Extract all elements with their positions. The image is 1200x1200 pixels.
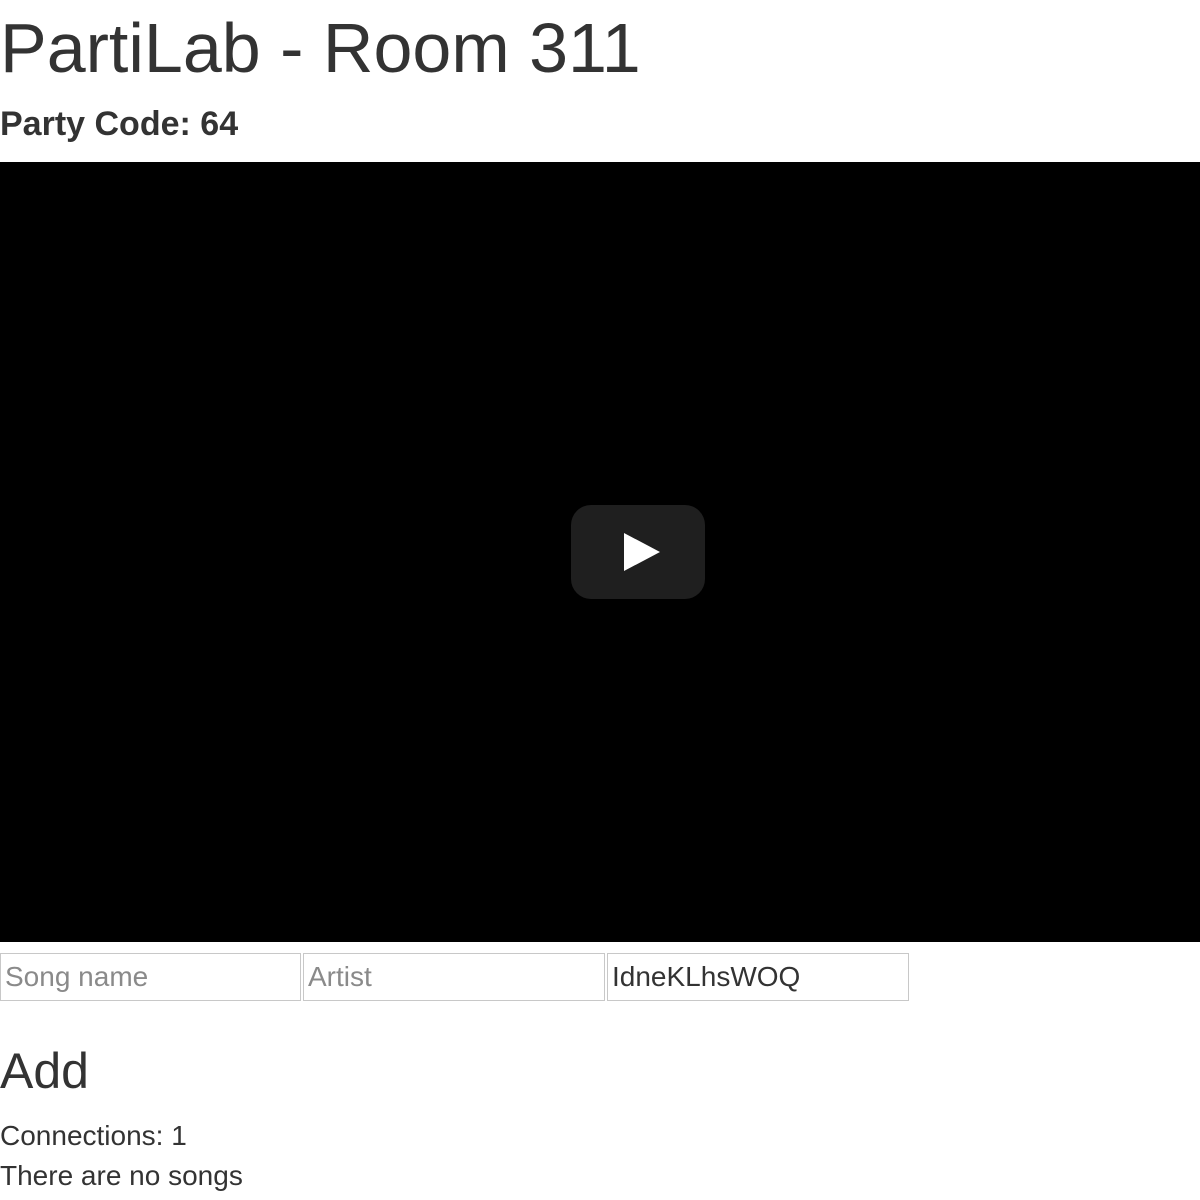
video-id-input[interactable] <box>607 953 909 1001</box>
song-name-input[interactable] <box>0 953 301 1001</box>
page-title: PartiLab - Room 311 <box>0 9 641 87</box>
connections-count: Connections: 1 <box>0 1119 187 1153</box>
play-icon <box>571 505 705 599</box>
songs-status: There are no songs <box>0 1160 243 1191</box>
artist-input[interactable] <box>303 953 605 1001</box>
play-button[interactable] <box>571 505 705 599</box>
party-code-value: 64 <box>200 105 239 143</box>
connections-label: Connections: <box>0 1120 164 1151</box>
connections-value: 1 <box>171 1120 187 1151</box>
add-button[interactable]: Add <box>0 1042 89 1100</box>
party-code: Party Code: 64 <box>0 104 238 144</box>
party-code-label: Party Code: <box>0 105 191 143</box>
